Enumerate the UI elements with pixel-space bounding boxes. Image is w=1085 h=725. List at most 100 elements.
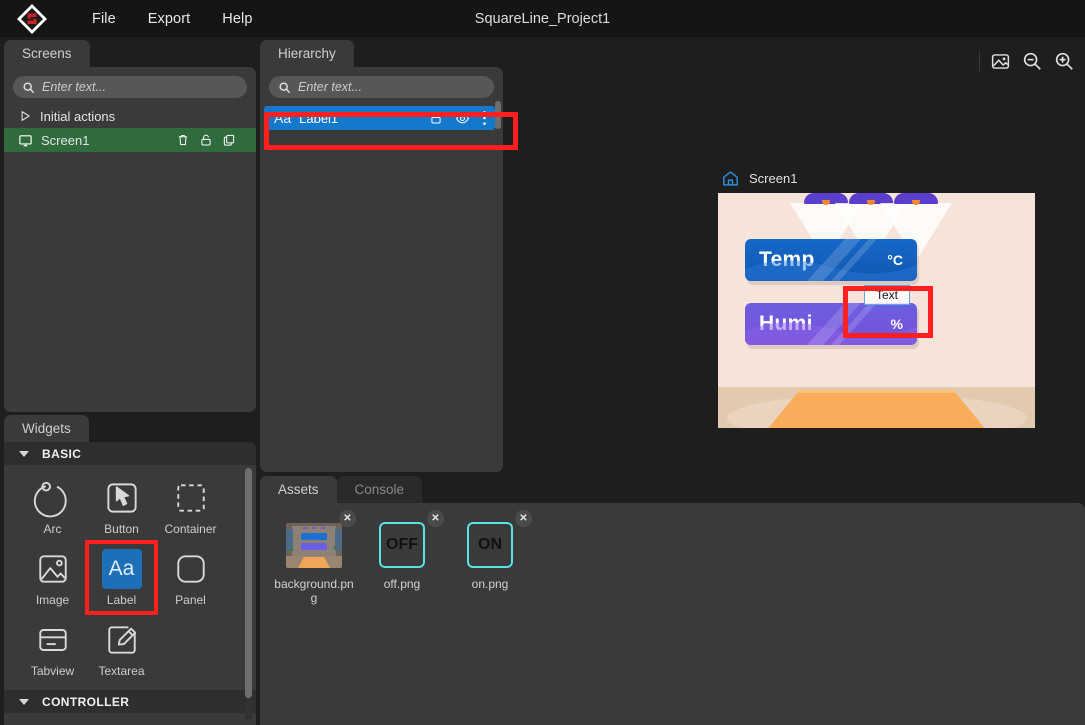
widgets-panel-body: BASIC Arc [4, 442, 256, 725]
hierarchy-row-label: Label1 [299, 111, 338, 126]
arc-icon [33, 475, 73, 521]
play-triangle-icon [18, 109, 32, 123]
menu-items: File Export Help [76, 5, 269, 33]
widget-item-container[interactable]: Container [156, 471, 225, 542]
menu-item-file[interactable]: File [76, 5, 132, 33]
zoom-out-icon[interactable] [1017, 46, 1047, 76]
asset-png-tile: OFF [379, 522, 425, 568]
widget-label: Arc [44, 522, 62, 536]
hierarchy-search-input[interactable]: Enter text... [269, 76, 494, 98]
search-icon [278, 81, 291, 94]
close-x-icon[interactable]: ✕ [339, 510, 356, 527]
widget-item-arc[interactable]: Arc [18, 471, 87, 542]
assets-grid: ✕ [260, 503, 1085, 605]
canvas-area[interactable]: Screen1 [507, 37, 1085, 474]
unlock-icon[interactable] [429, 111, 443, 125]
tab-hierarchy[interactable]: Hierarchy [260, 40, 354, 67]
widget-group-label: CONTROLLER [42, 695, 129, 709]
preview-floor [718, 387, 1035, 428]
widget-item-panel[interactable]: Panel [156, 542, 225, 613]
menu-item-export[interactable]: Export [132, 5, 207, 33]
asset-thumb-wrap: ✕ OFF [374, 519, 430, 571]
widget-group-controller[interactable]: CONTROLLER [4, 690, 256, 713]
screens-panel-body: Enter text... Initial actions [4, 67, 256, 412]
screens-panel: Screens Enter text... [4, 40, 256, 412]
widgets-scrollbar[interactable] [245, 468, 252, 721]
asset-name: background.png [272, 577, 356, 605]
widget-group-basic[interactable]: BASIC [4, 442, 256, 465]
zoom-in-icon[interactable] [1049, 46, 1079, 76]
search-icon [22, 81, 35, 94]
asset-image-thumbnail [286, 523, 342, 568]
widget-item-textarea[interactable]: Textarea [87, 613, 156, 684]
widget-item-button[interactable]: Button [87, 471, 156, 542]
widget-grid-basic: Arc Button [4, 465, 256, 684]
home-icon [721, 169, 740, 188]
label-icon-glyph: Aa [102, 549, 142, 589]
close-x-icon[interactable]: ✕ [427, 510, 444, 527]
screens-search-input[interactable]: Enter text... [13, 76, 247, 98]
canvas-screen-tag[interactable]: Screen1 [721, 169, 797, 188]
menu-item-help[interactable]: Help [206, 5, 268, 33]
button-icon [102, 475, 142, 521]
selected-label-widget[interactable]: Text [864, 285, 910, 305]
assets-panel-body: ✕ [260, 503, 1085, 725]
label-aa-icon: Aa [102, 546, 142, 592]
screens-search-row: Enter text... [4, 67, 256, 104]
tab-screens[interactable]: Screens [4, 40, 90, 67]
asset-name: on.png [448, 577, 532, 591]
delete-icon[interactable] [176, 133, 190, 147]
squareline-studio-window: File Export Help SquareLine_Project1 [0, 0, 1085, 725]
hierarchy-tabstrip: Hierarchy [260, 40, 503, 67]
tab-assets[interactable]: Assets [260, 476, 337, 503]
widget-group-label: BASIC [42, 447, 81, 461]
widget-item-label[interactable]: Aa Label [87, 542, 156, 613]
screens-search-placeholder: Enter text... [42, 80, 106, 94]
device-preview[interactable]: Temp °C Humi % Text [718, 193, 1035, 428]
asset-thumb-wrap: ✕ [286, 519, 342, 571]
screens-row-screen1[interactable]: Screen1 [4, 128, 256, 152]
hierarchy-search-row: Enter text... [260, 67, 503, 104]
container-icon [171, 475, 211, 521]
hierarchy-row-label1[interactable]: Aa Label1 [264, 106, 495, 130]
hierarchy-row-actions [429, 110, 487, 126]
asset-thumb-wrap: ✕ ON [462, 519, 518, 571]
screens-row-initial-actions[interactable]: Initial actions [4, 104, 256, 128]
widget-item-tabview[interactable]: Tabview [18, 613, 87, 684]
canvas-toolbar [976, 44, 1079, 78]
screens-row-actions [176, 133, 248, 147]
asset-png-tile: ON [467, 522, 513, 568]
textarea-icon [102, 617, 142, 663]
assets-tabstrip: Assets Console [260, 476, 1085, 503]
monitor-icon [18, 133, 33, 148]
asset-item-on[interactable]: ✕ ON on.png [448, 519, 532, 605]
humidity-card[interactable]: Humi % [745, 303, 917, 345]
selected-label-text: Text [876, 288, 898, 302]
close-x-icon[interactable]: ✕ [515, 510, 532, 527]
hierarchy-scrollbar-thumb[interactable] [495, 101, 501, 129]
screens-tabstrip: Screens [4, 40, 256, 67]
temperature-card[interactable]: Temp °C [745, 239, 917, 281]
widgets-scrollbar-thumb[interactable] [245, 468, 252, 698]
eye-visible-icon[interactable] [455, 111, 470, 126]
hierarchy-panel-body: Enter text... Aa Label1 [260, 67, 503, 472]
card-sheen [745, 303, 917, 345]
hierarchy-panel: Hierarchy Enter text... Aa Label1 [260, 40, 503, 472]
widget-item-image[interactable]: Image [18, 542, 87, 613]
screens-row-label: Screen1 [41, 133, 89, 148]
asset-item-background[interactable]: ✕ [272, 519, 356, 605]
copy-icon[interactable] [222, 133, 236, 147]
hierarchy-search-placeholder: Enter text... [298, 80, 362, 94]
tabview-icon [33, 617, 73, 663]
more-vertical-icon[interactable] [482, 110, 487, 126]
ceiling-lamp-3 [894, 193, 938, 204]
toolbar-separator [979, 51, 980, 71]
tab-console[interactable]: Console [337, 476, 423, 503]
chevron-down-icon [19, 451, 29, 457]
image-preview-icon[interactable] [985, 46, 1015, 76]
asset-item-off[interactable]: ✕ OFF off.png [360, 519, 444, 605]
lock-icon[interactable] [199, 133, 213, 147]
squareline-logo-icon [14, 1, 50, 37]
tab-widgets[interactable]: Widgets [4, 415, 89, 442]
widget-label: Textarea [98, 664, 144, 678]
